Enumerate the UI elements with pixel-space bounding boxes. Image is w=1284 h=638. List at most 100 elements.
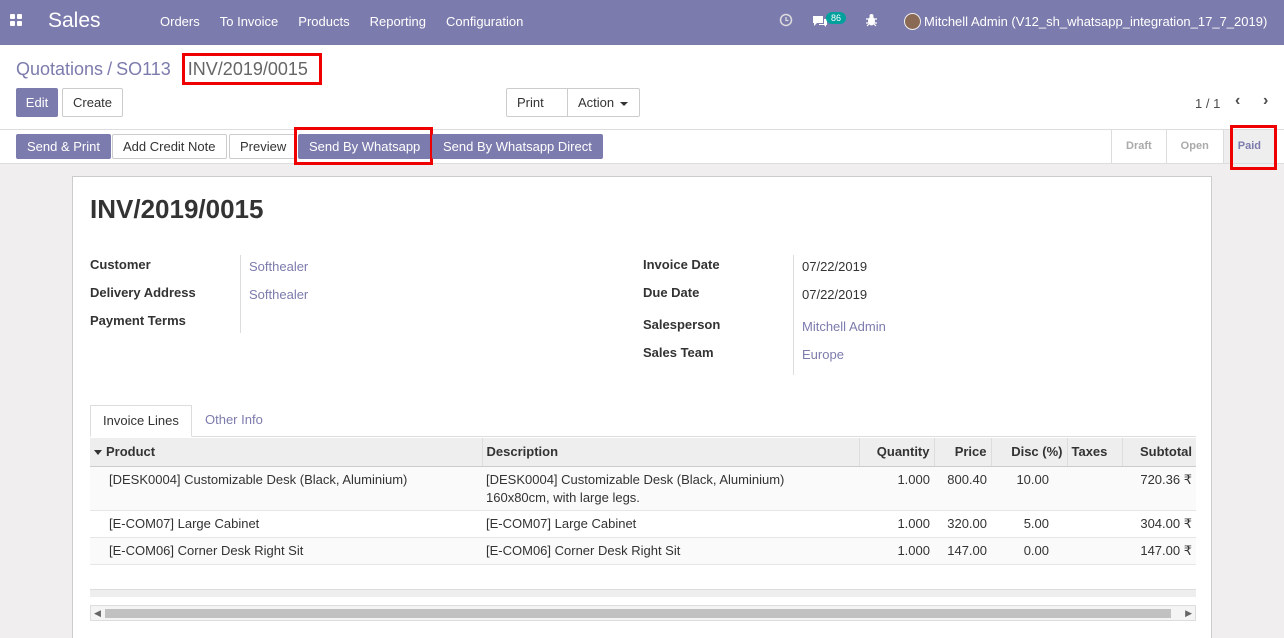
table-row[interactable]: [E-COM07] Large Cabinet [E-COM07] Large … bbox=[90, 510, 1196, 538]
user-menu[interactable]: Mitchell Admin (V12_sh_whatsapp_integrat… bbox=[924, 14, 1267, 29]
column-discount[interactable]: Disc (%) bbox=[991, 438, 1068, 467]
create-button[interactable]: Create bbox=[62, 88, 124, 117]
menu-to-invoice[interactable]: To Invoice bbox=[210, 14, 289, 29]
cell-product: [E-COM07] Large Cabinet bbox=[90, 510, 482, 538]
cell-discount: 5.00 bbox=[991, 510, 1067, 538]
salesperson-link[interactable]: Mitchell Admin bbox=[802, 319, 886, 334]
apps-menu-icon[interactable] bbox=[10, 14, 24, 28]
caret-down-icon bbox=[620, 101, 629, 106]
delivery-address-label: Delivery Address bbox=[90, 285, 196, 300]
cell-price: 147.00 bbox=[934, 537, 991, 565]
due-date-value: 07/22/2019 bbox=[802, 287, 868, 302]
column-subtotal[interactable]: Subtotal bbox=[1122, 438, 1196, 467]
menu-configuration[interactable]: Configuration bbox=[436, 14, 533, 29]
column-taxes[interactable]: Taxes bbox=[1067, 438, 1123, 467]
invoice-title: INV/2019/0015 bbox=[90, 194, 264, 224]
user-avatar[interactable] bbox=[904, 13, 921, 30]
column-product-label: Product bbox=[106, 444, 156, 460]
breadcrumb-separator: / bbox=[107, 59, 113, 79]
stage-open[interactable]: Open bbox=[1165, 130, 1223, 163]
send-print-button[interactable]: Send & Print bbox=[16, 134, 111, 159]
menu-products[interactable]: Products bbox=[288, 14, 359, 29]
form-statusbar: Send & Print Add Credit Note Preview Sen… bbox=[0, 125, 1284, 170]
highlight-box-title bbox=[182, 53, 322, 85]
sales-team-label: Sales Team bbox=[643, 345, 714, 360]
invoice-date-label: Invoice Date bbox=[643, 257, 720, 272]
cell-product: [DESK0004] Customizable Desk (Black, Alu… bbox=[90, 466, 482, 511]
cell-discount: 10.00 bbox=[991, 466, 1067, 511]
column-price[interactable]: Price bbox=[934, 438, 992, 467]
cell-taxes bbox=[1067, 537, 1122, 565]
delivery-address-link[interactable]: Softhealer bbox=[249, 287, 308, 302]
cell-subtotal: 720.36 ₹ bbox=[1122, 466, 1196, 511]
cell-subtotal: 304.00 ₹ bbox=[1122, 510, 1196, 538]
stage-draft[interactable]: Draft bbox=[1111, 130, 1166, 163]
cell-subtotal: 147.00 ₹ bbox=[1122, 537, 1196, 565]
field-divider bbox=[240, 255, 241, 333]
cell-taxes bbox=[1067, 510, 1122, 538]
cell-quantity: 1.000 bbox=[859, 537, 934, 565]
cell-product: [E-COM06] Corner Desk Right Sit bbox=[90, 537, 482, 565]
column-quantity[interactable]: Quantity bbox=[859, 438, 935, 467]
due-date-label: Due Date bbox=[643, 285, 700, 300]
pager-value[interactable]: 1 / 1 bbox=[1195, 96, 1220, 111]
send-by-whatsapp-direct-button[interactable]: Send By Whatsapp Direct bbox=[432, 134, 603, 159]
sales-team-link[interactable]: Europe bbox=[802, 347, 844, 362]
clock-icon[interactable] bbox=[779, 13, 793, 27]
tab-invoice-lines[interactable]: Invoice Lines bbox=[90, 405, 192, 437]
payment-terms-label: Payment Terms bbox=[90, 313, 186, 328]
cell-description: [E-COM07] Large Cabinet bbox=[482, 510, 859, 538]
top-navbar: Sales Orders To Invoice Products Reporti… bbox=[0, 0, 1284, 45]
cell-description: [E-COM06] Corner Desk Right Sit bbox=[482, 537, 859, 565]
cell-taxes bbox=[1067, 466, 1122, 511]
add-credit-note-button[interactable]: Add Credit Note bbox=[112, 134, 227, 159]
highlight-box-paid bbox=[1230, 125, 1277, 170]
cell-quantity: 1.000 bbox=[859, 510, 934, 538]
description-line: 160x80cm, with large legs. bbox=[486, 489, 640, 505]
cell-price: 320.00 bbox=[934, 510, 991, 538]
tab-other-info[interactable]: Other Info bbox=[193, 405, 275, 437]
table-row[interactable]: [DESK0004] Customizable Desk (Black, Alu… bbox=[90, 466, 1196, 511]
control-panel: Quotations / SO113 INV/2019/0015 Edit Crea… bbox=[0, 45, 1284, 133]
pager-next-icon[interactable]: › bbox=[1263, 92, 1268, 110]
invoice-lines-table: Product Description Quantity Price Disc … bbox=[90, 438, 1196, 565]
bug-icon[interactable] bbox=[865, 13, 878, 27]
print-dropdown[interactable]: Print bbox=[506, 88, 568, 133]
sort-caret-icon bbox=[94, 450, 102, 456]
preview-button[interactable]: Preview bbox=[229, 134, 298, 159]
invoice-date-value: 07/22/2019 bbox=[802, 259, 868, 274]
cell-quantity: 1.000 bbox=[859, 466, 934, 511]
action-label: Action bbox=[578, 95, 615, 110]
description-line: [DESK0004] Customizable Desk (Black, Alu… bbox=[486, 471, 785, 487]
scroll-right-icon[interactable]: ▶ bbox=[1185, 608, 1192, 619]
app-brand[interactable]: Sales bbox=[48, 9, 101, 33]
column-product[interactable]: Product bbox=[90, 438, 483, 467]
scrollbar-thumb[interactable] bbox=[105, 609, 1171, 618]
scroll-left-icon[interactable]: ◀ bbox=[94, 608, 101, 619]
customer-label: Customer bbox=[90, 257, 151, 272]
column-description[interactable]: Description bbox=[482, 438, 860, 467]
notebook-tabs: Invoice Lines Other Info bbox=[90, 405, 1196, 437]
customer-link[interactable]: Softhealer bbox=[249, 259, 308, 274]
chat-count-badge: 86 bbox=[826, 12, 847, 24]
form-sheet: INV/2019/0015 Customer Softhealer Delive… bbox=[72, 176, 1212, 638]
horizontal-scrollbar[interactable]: ◀ ▶ bbox=[90, 605, 1196, 621]
main-menu: Orders To Invoice Products Reporting Con… bbox=[150, 14, 533, 29]
print-label: Print bbox=[517, 95, 544, 110]
breadcrumb-quotations[interactable]: Quotations bbox=[16, 59, 103, 79]
salesperson-label: Salesperson bbox=[643, 317, 721, 332]
action-dropdown[interactable]: Action bbox=[567, 88, 640, 117]
cell-discount: 0.00 bbox=[991, 537, 1067, 565]
breadcrumb-so113[interactable]: SO113 bbox=[116, 59, 171, 79]
pager-prev-icon[interactable]: ‹ bbox=[1235, 92, 1240, 110]
highlight-box-whatsapp bbox=[294, 127, 433, 165]
cell-description: [DESK0004] Customizable Desk (Black, Alu… bbox=[482, 466, 859, 511]
table-footer bbox=[90, 589, 1196, 597]
menu-reporting[interactable]: Reporting bbox=[360, 14, 436, 29]
field-divider bbox=[793, 255, 794, 375]
table-row[interactable]: [E-COM06] Corner Desk Right Sit [E-COM06… bbox=[90, 537, 1196, 565]
menu-orders[interactable]: Orders bbox=[150, 14, 210, 29]
edit-button[interactable]: Edit bbox=[16, 88, 58, 117]
cell-price: 800.40 bbox=[934, 466, 991, 511]
table-header-row: Product Description Quantity Price Disc … bbox=[90, 438, 1196, 467]
